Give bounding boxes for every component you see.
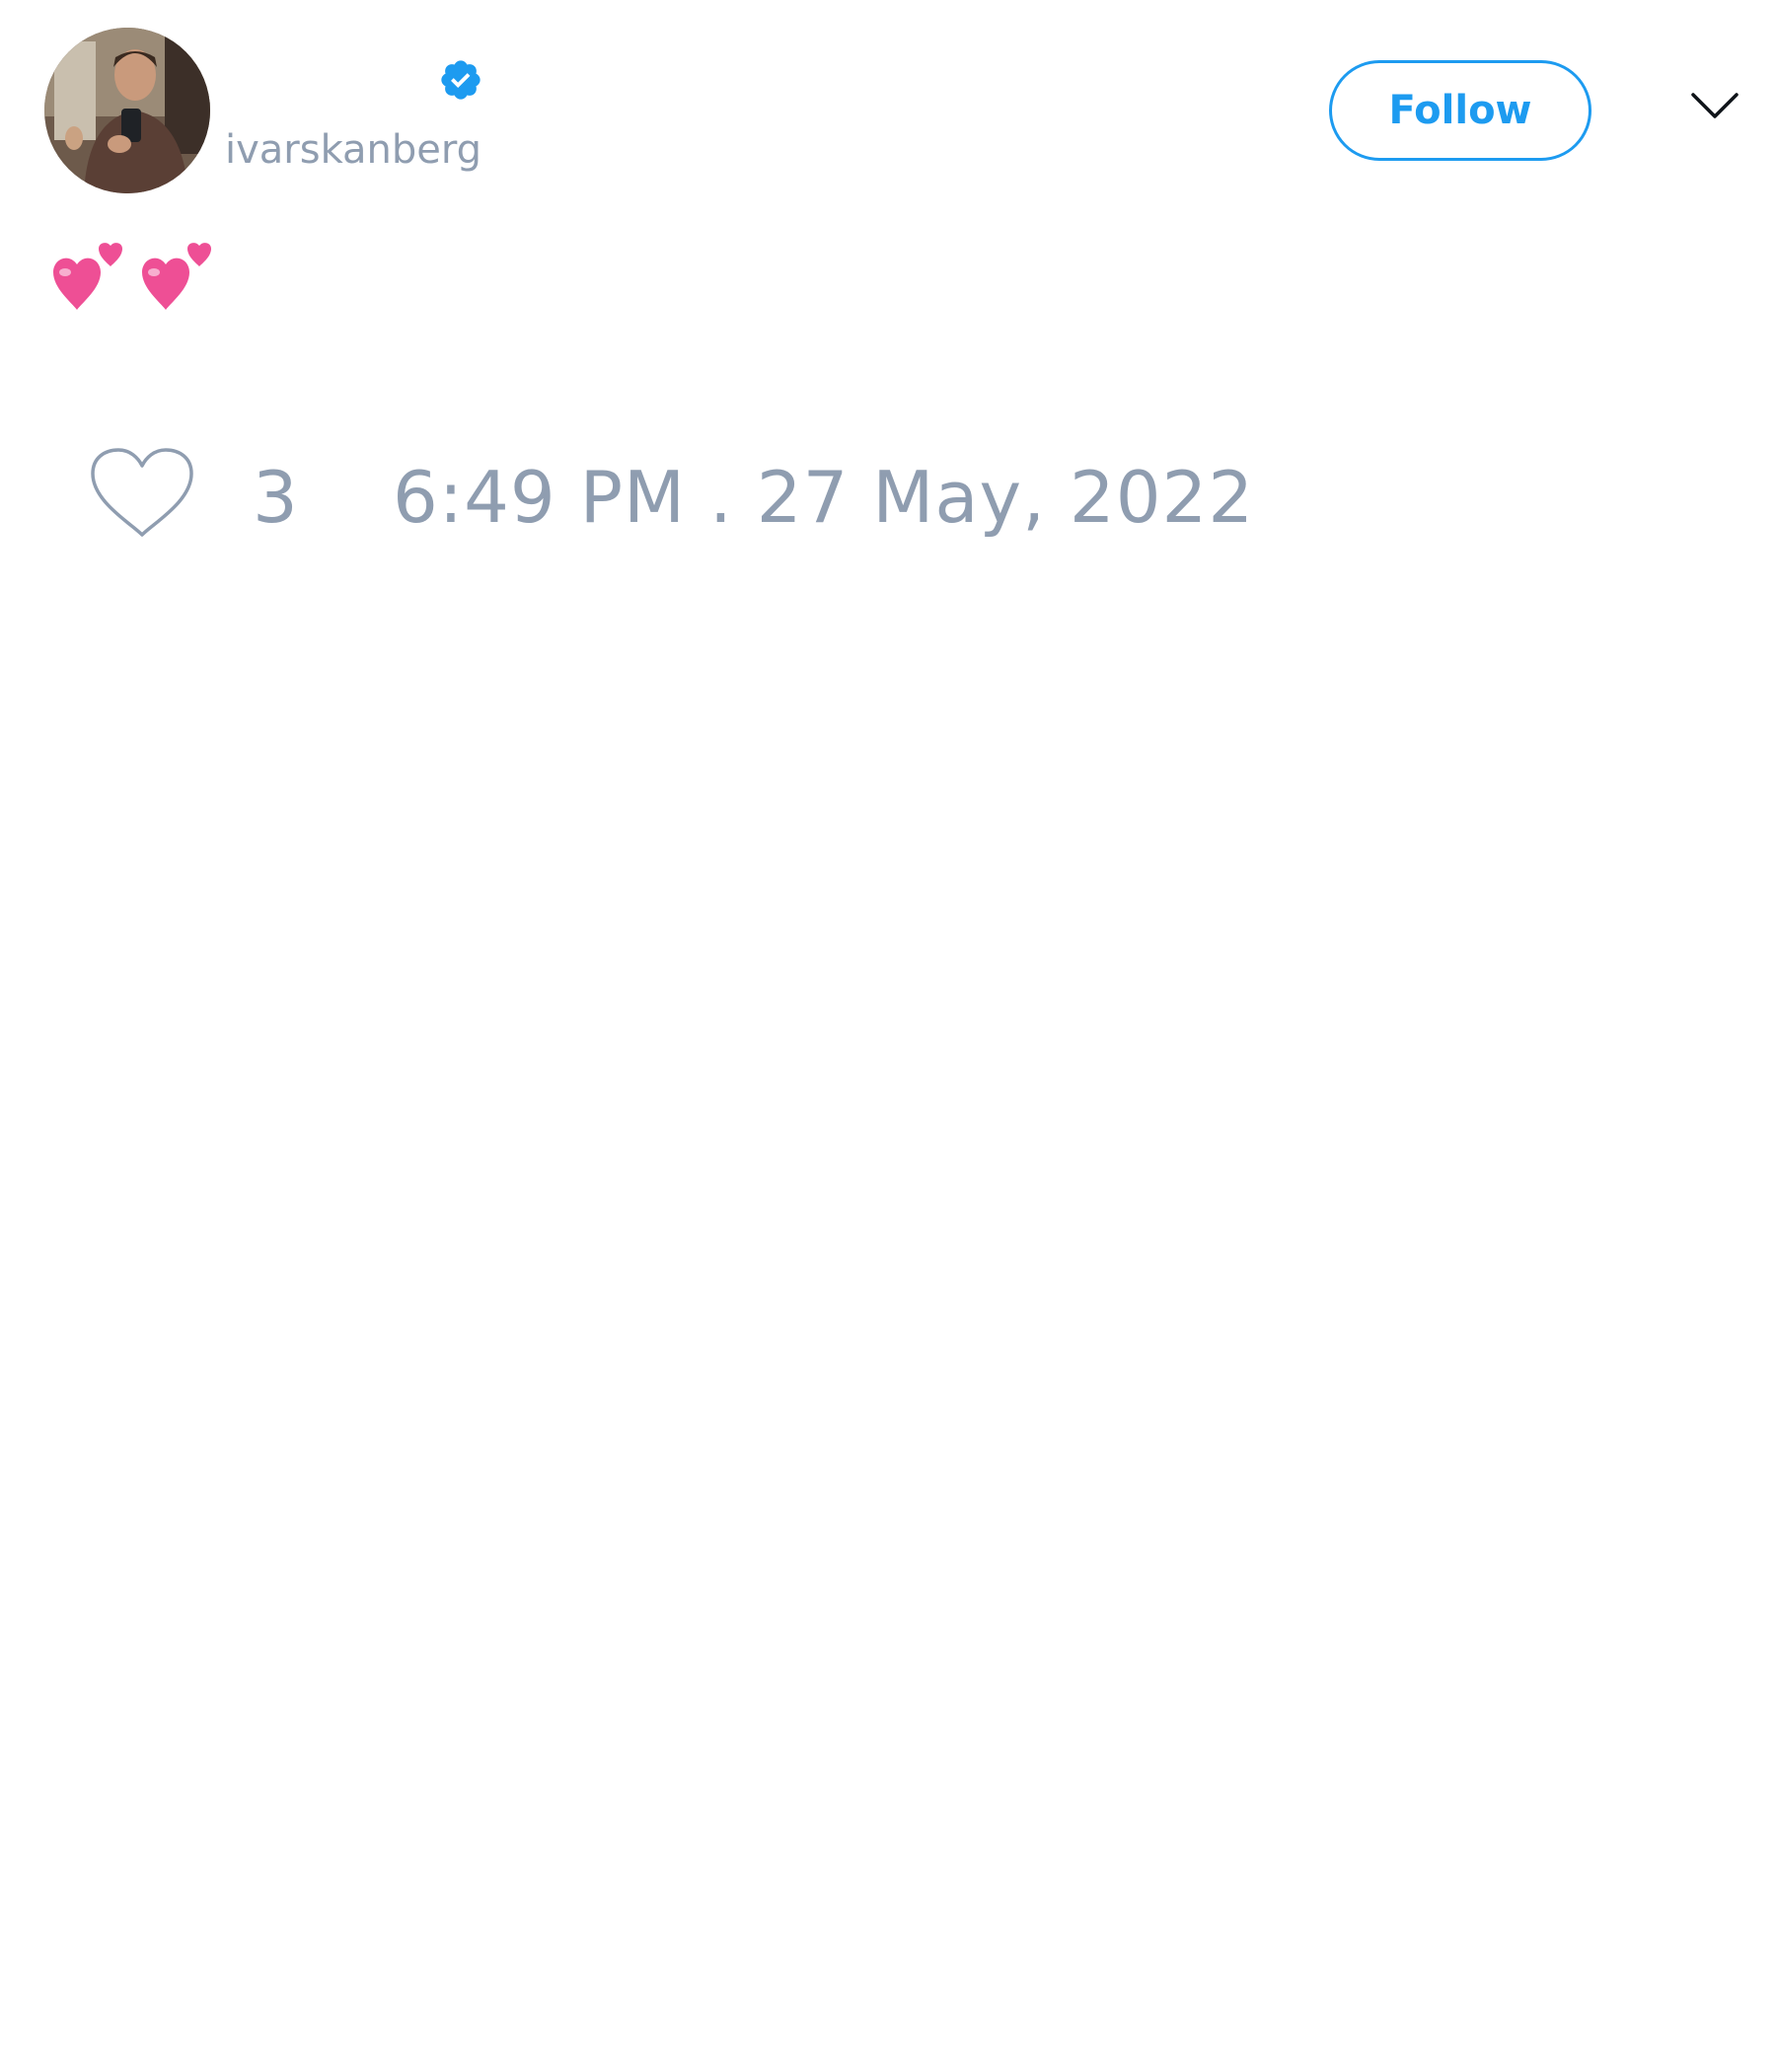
two-hearts-emoji-icon [53,243,211,310]
like-count: 3 [253,456,298,539]
author-username[interactable]: ivarskanberg [225,124,481,176]
verified-badge-icon [441,60,481,100]
heart-outline-icon[interactable] [89,446,195,541]
tweet-card: ivarskanberg Follow 3 6:49 PM . 27 May, … [0,0,1776,2072]
follow-button[interactable]: Follow [1329,60,1591,161]
two-hearts-icon [142,243,211,310]
author-avatar[interactable] [44,28,210,193]
chevron-down-icon[interactable] [1690,91,1739,120]
avatar-photo-icon [44,28,210,193]
tweet-timestamp[interactable]: 6:49 PM . 27 May, 2022 [393,456,1254,539]
tweet-text [47,241,225,339]
two-hearts-icon [53,243,122,310]
